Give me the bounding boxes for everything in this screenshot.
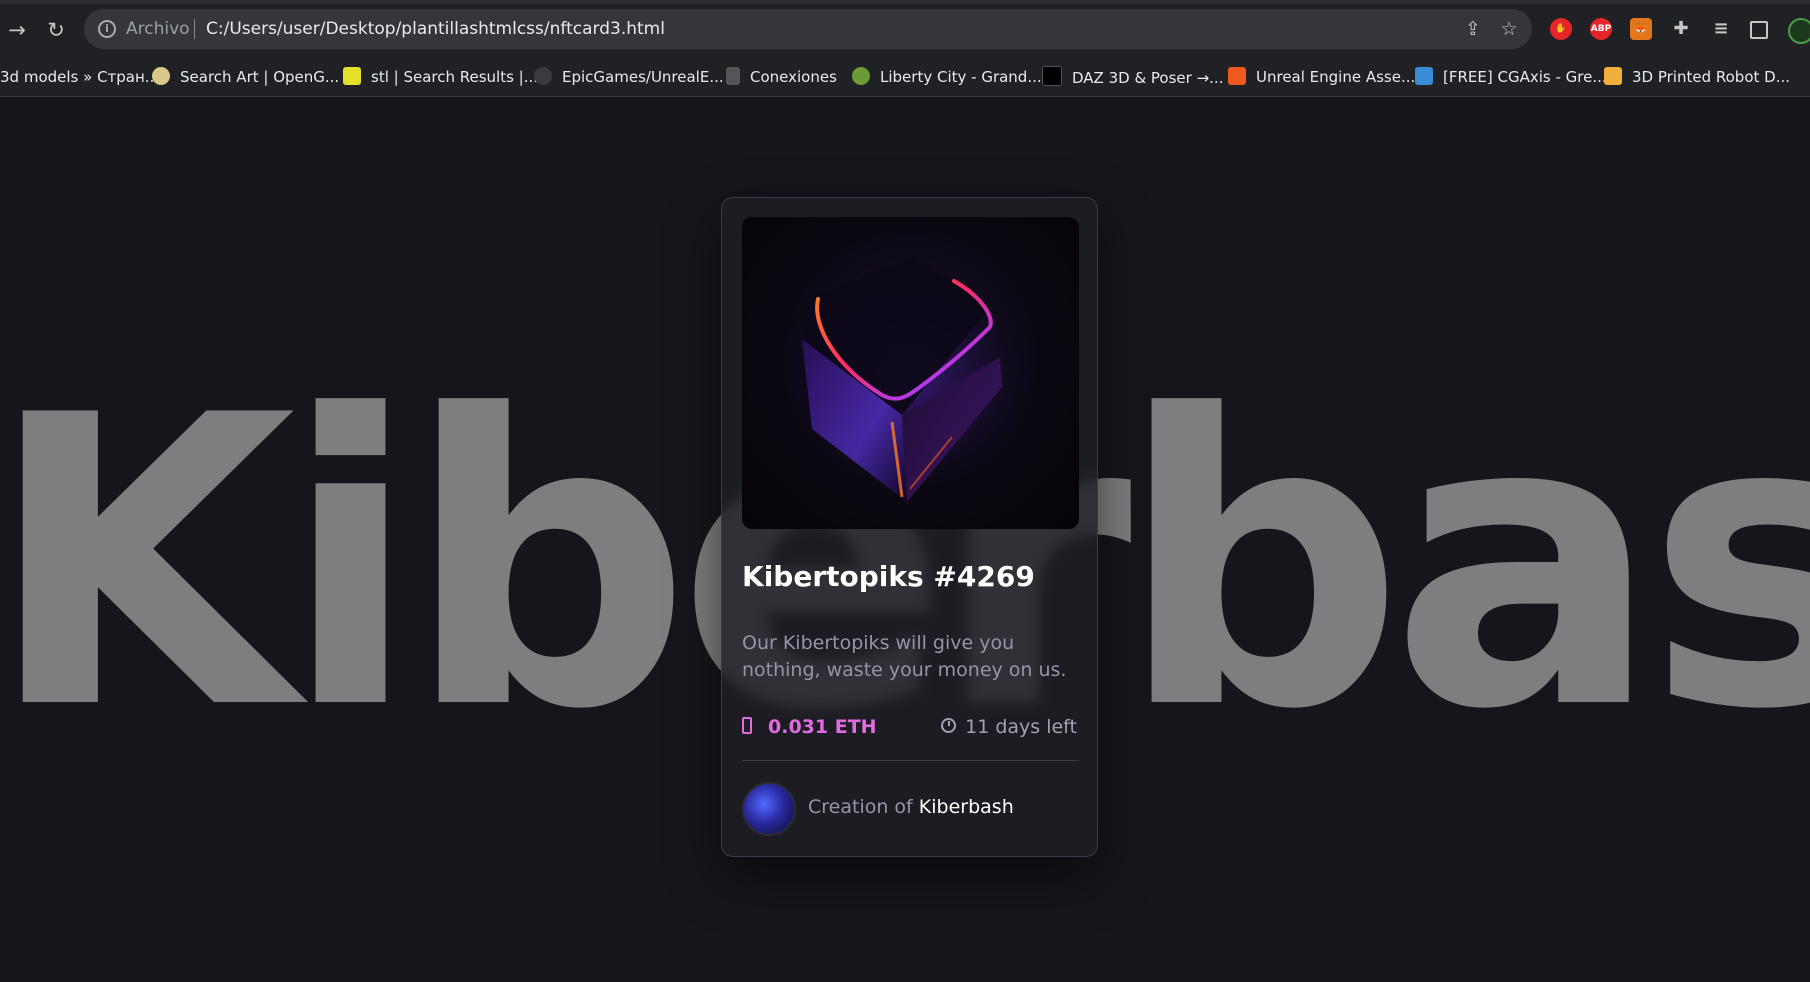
- bookmark-item[interactable]: Search Art | OpenG...: [152, 66, 339, 88]
- metamask-icon[interactable]: 🦊: [1630, 18, 1652, 40]
- reload-button[interactable]: ↻: [43, 17, 69, 43]
- bookmark-item[interactable]: DAZ 3D & Poser →...: [1042, 66, 1223, 88]
- nft-time-left-value: 11 days left: [965, 716, 1077, 738]
- bookmark-item[interactable]: 3D Printed Robot D...: [1604, 66, 1790, 88]
- bookmark-item[interactable]: [FREE] CGAxis - Gre...: [1415, 66, 1607, 88]
- bookmark-label: 3d models » Стран...: [0, 68, 160, 86]
- address-bar[interactable]: i Archivo C:/Users/user/Desktop/plantill…: [84, 9, 1532, 49]
- forward-button[interactable]: →: [4, 17, 30, 43]
- nft-price-value: 0.031 ETH: [768, 716, 877, 738]
- unreal-favicon-icon: [1228, 67, 1246, 85]
- bookmark-item[interactable]: 3d models » Стран...: [0, 66, 159, 88]
- bookmark-label: 3D Printed Robot D...: [1632, 68, 1791, 86]
- ethereum-icon: [742, 717, 752, 734]
- profile-avatar-icon[interactable]: [1788, 18, 1810, 44]
- bookmark-label: stl | Search Results |...: [371, 68, 539, 86]
- info-icon[interactable]: i: [98, 20, 116, 38]
- bookmark-label: DAZ 3D & Poser →...: [1072, 69, 1224, 87]
- bookmark-label: [FREE] CGAxis - Gre...: [1443, 68, 1607, 86]
- cgaxis-favicon-icon: [1415, 67, 1433, 85]
- address-separator: [194, 19, 195, 39]
- extensions-puzzle-icon[interactable]: ✚: [1670, 18, 1692, 40]
- bookmark-label: Search Art | OpenG...: [180, 68, 340, 86]
- bookmark-label: Conexiones: [750, 68, 837, 86]
- creator-line: Creation of Kiberbash: [808, 796, 1014, 818]
- robot-favicon-icon: [1604, 67, 1622, 85]
- browser-toolbar: → ↻ i Archivo C:/Users/user/Desktop/plan…: [0, 0, 1810, 58]
- bookmark-item[interactable]: Liberty City - Grand...: [852, 66, 1042, 88]
- bookmark-label: EpicGames/UnrealE...: [562, 68, 724, 86]
- address-url[interactable]: C:/Users/user/Desktop/plantillashtmlcss/…: [206, 19, 665, 39]
- bookmark-label: Unreal Engine Asse...: [1256, 68, 1416, 86]
- gta-favicon-icon: [852, 67, 870, 85]
- nft-card: Kibertopiks #4269 Our Kibertopiks will g…: [721, 197, 1098, 857]
- skull-favicon-icon: [152, 67, 170, 85]
- epic-favicon-icon: [726, 67, 740, 85]
- bookmark-star-icon[interactable]: ☆: [1498, 18, 1520, 40]
- thingiverse-favicon-icon: [343, 67, 361, 85]
- creator-avatar[interactable]: [742, 782, 796, 836]
- nft-description: Our Kibertopiks will give you nothing, w…: [742, 632, 1067, 681]
- bookmark-item[interactable]: stl | Search Results |...: [343, 66, 538, 88]
- daz-favicon-icon: [1042, 66, 1062, 86]
- tab-strip: [0, 0, 1810, 4]
- nft-title[interactable]: Kibertopiks #4269: [742, 560, 1035, 593]
- creator-name-link[interactable]: Kiberbash: [919, 796, 1014, 818]
- share-icon[interactable]: ⇪: [1462, 18, 1484, 40]
- bookmarks-bar: 3d models » Стран... Search Art | OpenG.…: [0, 58, 1810, 97]
- clock-icon: [941, 718, 957, 733]
- address-scheme-label: Archivo: [126, 19, 190, 39]
- nft-image[interactable]: [742, 217, 1079, 529]
- page-viewport: Kiberbash: [0, 97, 1810, 982]
- adblock-icon[interactable]: ✋: [1550, 18, 1572, 40]
- bookmark-item[interactable]: Unreal Engine Asse...: [1228, 66, 1415, 88]
- bookmark-item[interactable]: Conexiones: [726, 66, 837, 88]
- github-favicon-icon: [534, 67, 552, 85]
- card-divider: [742, 760, 1079, 761]
- nft-time-left: 11 days left: [941, 716, 1077, 738]
- crystal-cube-icon: [770, 257, 1050, 502]
- reading-list-icon[interactable]: ≡: [1710, 18, 1732, 40]
- nft-price: 0.031 ETH: [742, 716, 877, 738]
- bookmark-label: Liberty City - Grand...: [880, 68, 1042, 86]
- bookmark-item[interactable]: EpicGames/UnrealE...: [534, 66, 724, 88]
- creator-prefix: Creation of: [808, 796, 913, 818]
- side-panel-icon[interactable]: [1750, 21, 1768, 39]
- abp-icon[interactable]: ABP: [1590, 18, 1612, 40]
